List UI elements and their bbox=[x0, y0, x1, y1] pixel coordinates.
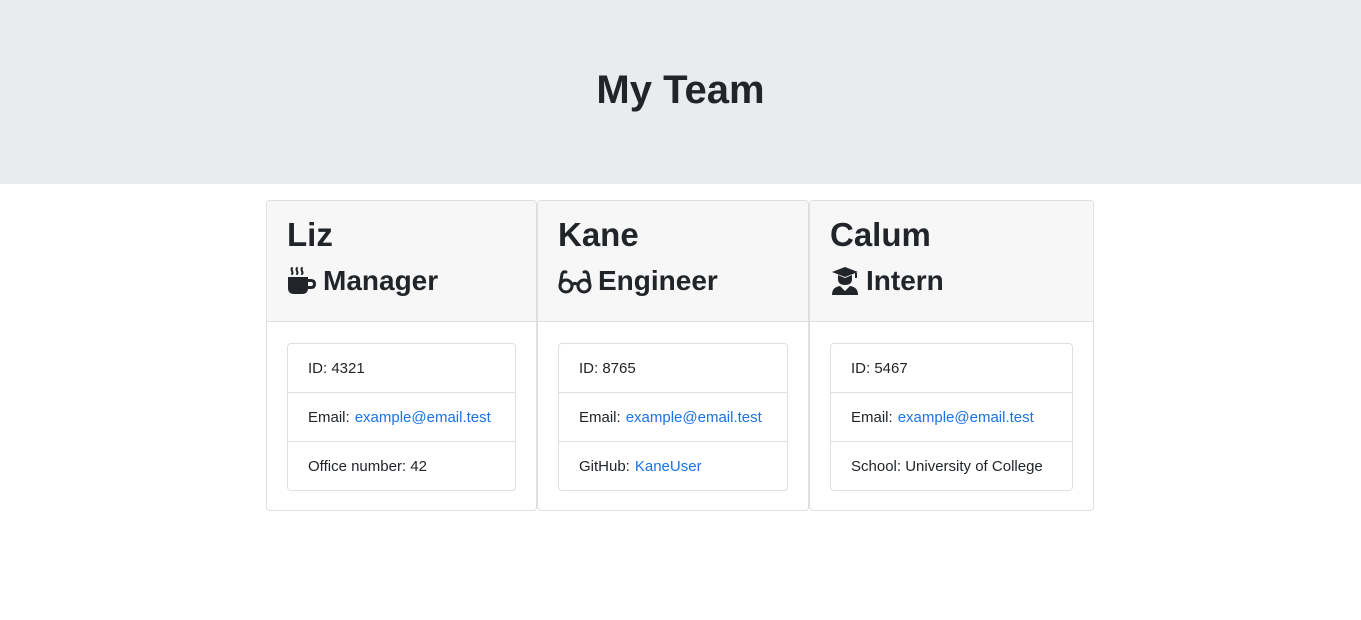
role-label: Manager bbox=[323, 265, 439, 296]
employee-role: Intern bbox=[830, 263, 944, 299]
role-label: Engineer bbox=[598, 265, 718, 296]
email-item: Email: example@email.test bbox=[831, 393, 1072, 442]
glasses-icon bbox=[558, 266, 592, 296]
card-header: Calum Intern bbox=[810, 201, 1093, 322]
details-list: ID: 8765 Email: example@email.test GitHu… bbox=[558, 343, 788, 491]
email-label: Email: bbox=[851, 408, 893, 426]
employee-role: Manager bbox=[287, 263, 438, 299]
header-banner: My Team bbox=[0, 0, 1361, 184]
email-link[interactable]: example@email.test bbox=[898, 409, 1034, 426]
employee-name: Calum bbox=[830, 216, 931, 253]
employee-card-intern: Calum Intern ID: 5467 Email: example@ema… bbox=[809, 200, 1094, 511]
email-label: Email: bbox=[308, 408, 350, 426]
github-label: GitHub: bbox=[579, 457, 630, 475]
page-title: My Team bbox=[596, 68, 765, 112]
school-item: School: University of College bbox=[831, 442, 1072, 490]
id-text: ID: 4321 bbox=[308, 359, 365, 377]
github-item: GitHub: KaneUser bbox=[559, 442, 787, 490]
email-item: Email: example@email.test bbox=[288, 393, 515, 442]
github-link[interactable]: KaneUser bbox=[635, 458, 702, 475]
office-number-text: Office number: 42 bbox=[308, 457, 427, 475]
school-text: School: University of College bbox=[851, 457, 1043, 475]
employee-card-manager: Liz Manager ID: 4321 Email: example@emai… bbox=[266, 200, 537, 511]
email-link[interactable]: example@email.test bbox=[355, 409, 491, 426]
role-label: Intern bbox=[866, 265, 944, 296]
employee-role: Engineer bbox=[558, 263, 718, 299]
id-text: ID: 8765 bbox=[579, 359, 636, 377]
id-item: ID: 8765 bbox=[559, 344, 787, 393]
office-number-item: Office number: 42 bbox=[288, 442, 515, 490]
card-header: Liz Manager bbox=[267, 201, 536, 322]
id-text: ID: 5467 bbox=[851, 359, 908, 377]
graduate-icon bbox=[830, 266, 860, 296]
email-item: Email: example@email.test bbox=[559, 393, 787, 442]
email-link[interactable]: example@email.test bbox=[626, 409, 762, 426]
details-list: ID: 4321 Email: example@email.test Offic… bbox=[287, 343, 516, 491]
employee-name: Kane bbox=[558, 216, 639, 253]
employee-name: Liz bbox=[287, 216, 333, 253]
id-item: ID: 5467 bbox=[831, 344, 1072, 393]
employee-card-engineer: Kane Engineer ID: 8765 Email: example@em… bbox=[537, 200, 809, 511]
details-list: ID: 5467 Email: example@email.test Schoo… bbox=[830, 343, 1073, 491]
coffee-icon bbox=[287, 266, 317, 296]
email-label: Email: bbox=[579, 408, 621, 426]
card-header: Kane Engineer bbox=[538, 201, 808, 322]
id-item: ID: 4321 bbox=[288, 344, 515, 393]
